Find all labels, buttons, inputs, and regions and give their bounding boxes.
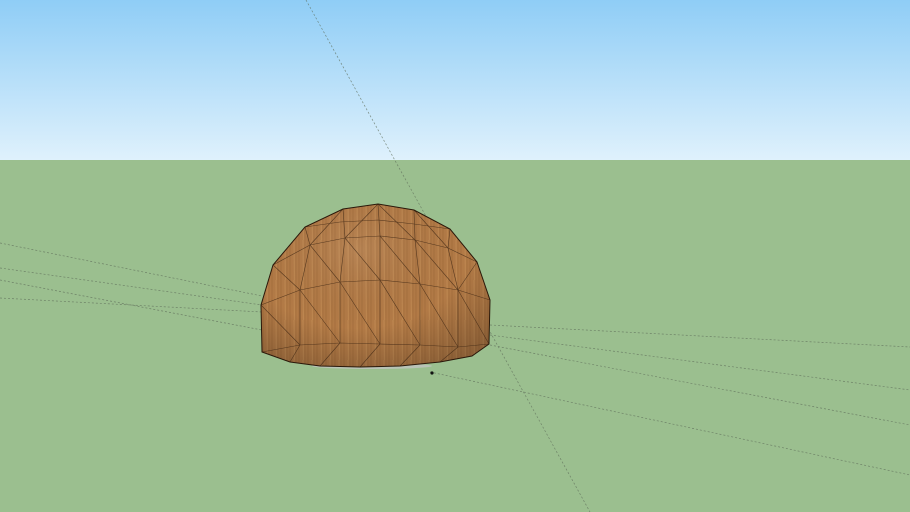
3d-viewport[interactable]: [0, 0, 910, 512]
sky: [0, 0, 910, 160]
axis-origin-marker: [430, 371, 434, 375]
